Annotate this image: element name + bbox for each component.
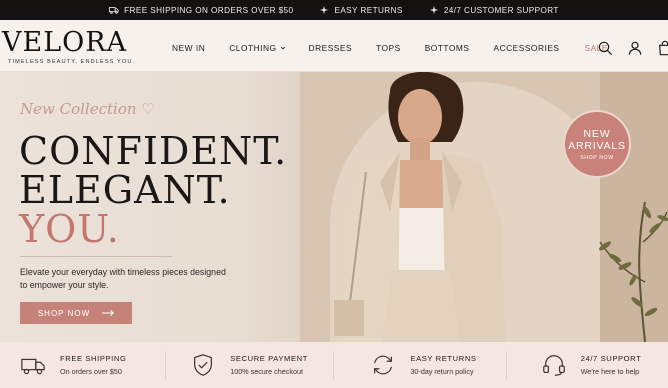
nav-item-clothing[interactable]: CLOTHING	[229, 43, 285, 53]
divider	[20, 256, 172, 257]
feature-title: EASY RETURNS	[410, 354, 477, 363]
hero-headline-line: ELEGANT.	[19, 168, 231, 212]
headset-icon	[542, 355, 565, 376]
chevron-down-icon	[280, 46, 285, 50]
feature-subtitle: 100% secure checkout	[230, 367, 303, 376]
header-icons	[597, 40, 668, 56]
shop-now-label: SHOP NOW	[37, 308, 91, 318]
feature-payment: SECURE PAYMENT 100% secure checkout	[166, 342, 333, 388]
feature-subtitle: We're here to help	[580, 367, 640, 376]
main-nav: NEW IN CLOTHING DRESSES TOPS BOTTOMS ACC…	[172, 43, 608, 53]
logo[interactable]: VELORA TIMELESS BEAUTY, ENDLESS YOU.	[2, 27, 136, 66]
new-arrivals-badge[interactable]: NEW ARRIVALS SHOP NOW	[563, 110, 631, 178]
user-icon[interactable]	[627, 40, 643, 56]
feature-returns: EASY RETURNS 30-day return policy	[334, 342, 505, 388]
sparkle-icon	[429, 5, 438, 15]
feature-support: 24/7 SUPPORT We're here to help	[507, 342, 668, 388]
feature-shipping: FREE SHIPPING On orders over $50	[0, 342, 165, 388]
hero-headline-line: CONFIDENT.	[19, 129, 288, 173]
sparkle-icon	[320, 5, 329, 15]
shop-now-button[interactable]: SHOP NOW	[20, 302, 132, 324]
announcement-shipping: FREE SHIPPING ON ORDERS OVER $50	[109, 5, 293, 15]
announcement-text: 24/7 CUSTOMER SUPPORT	[443, 5, 559, 15]
feature-title: SECURE PAYMENT	[230, 354, 308, 363]
announcement-support: 24/7 CUSTOMER SUPPORT	[429, 5, 559, 15]
site-header: VELORA TIMELESS BEAUTY, ENDLESS YOU. NEW…	[0, 20, 668, 72]
nav-item-dresses[interactable]: DRESSES	[309, 43, 353, 53]
hero-script-text: New Collection ♡	[20, 100, 155, 118]
logo-tagline: TIMELESS BEAUTY, ENDLESS YOU.	[8, 59, 136, 65]
hero-banner: New Collection ♡ CONFIDENT. ELEGANT. YOU…	[0, 72, 668, 342]
nav-item-new-in[interactable]: NEW IN	[172, 43, 205, 53]
olive-plant-image	[599, 201, 668, 342]
feature-subtitle: On orders over $50	[60, 367, 122, 376]
announcement-text: FREE SHIPPING ON ORDERS OVER $50	[124, 5, 294, 15]
feature-subtitle: 30-day return policy	[410, 367, 474, 376]
nav-item-bottoms[interactable]: BOTTOMS	[425, 43, 470, 53]
nav-item-accessories[interactable]: ACCESSORIES	[493, 43, 559, 53]
feature-title: FREE SHIPPING	[60, 354, 127, 363]
return-arrows-icon	[374, 355, 393, 375]
badge-cta: SHOP NOW	[580, 155, 614, 161]
nav-item-label: CLOTHING	[229, 43, 277, 53]
hero-model-image	[334, 72, 505, 342]
shield-check-icon	[194, 354, 213, 376]
truck-icon	[21, 358, 45, 375]
logo-wordmark: VELORA	[2, 27, 128, 58]
announcement-returns: EASY RETURNS	[319, 5, 402, 15]
announcement-text: EASY RETURNS	[334, 5, 403, 15]
hero-headline-line: YOU.	[19, 207, 120, 251]
hero-description: Elevate your everyday with timeless piec…	[20, 267, 226, 290]
bag-icon[interactable]	[657, 40, 668, 56]
features-bar: FREE SHIPPING On orders over $50 SECURE …	[0, 342, 668, 388]
search-icon[interactable]	[597, 40, 613, 56]
arrow-right-icon	[102, 310, 115, 316]
badge-line: ARRIVALS	[568, 140, 626, 152]
truck-icon	[109, 7, 119, 14]
badge-line: NEW	[583, 128, 611, 140]
announcement-bar: FREE SHIPPING ON ORDERS OVER $50 EASY RE…	[0, 0, 668, 20]
feature-title: 24/7 SUPPORT	[580, 354, 642, 363]
nav-item-tops[interactable]: TOPS	[376, 43, 401, 53]
